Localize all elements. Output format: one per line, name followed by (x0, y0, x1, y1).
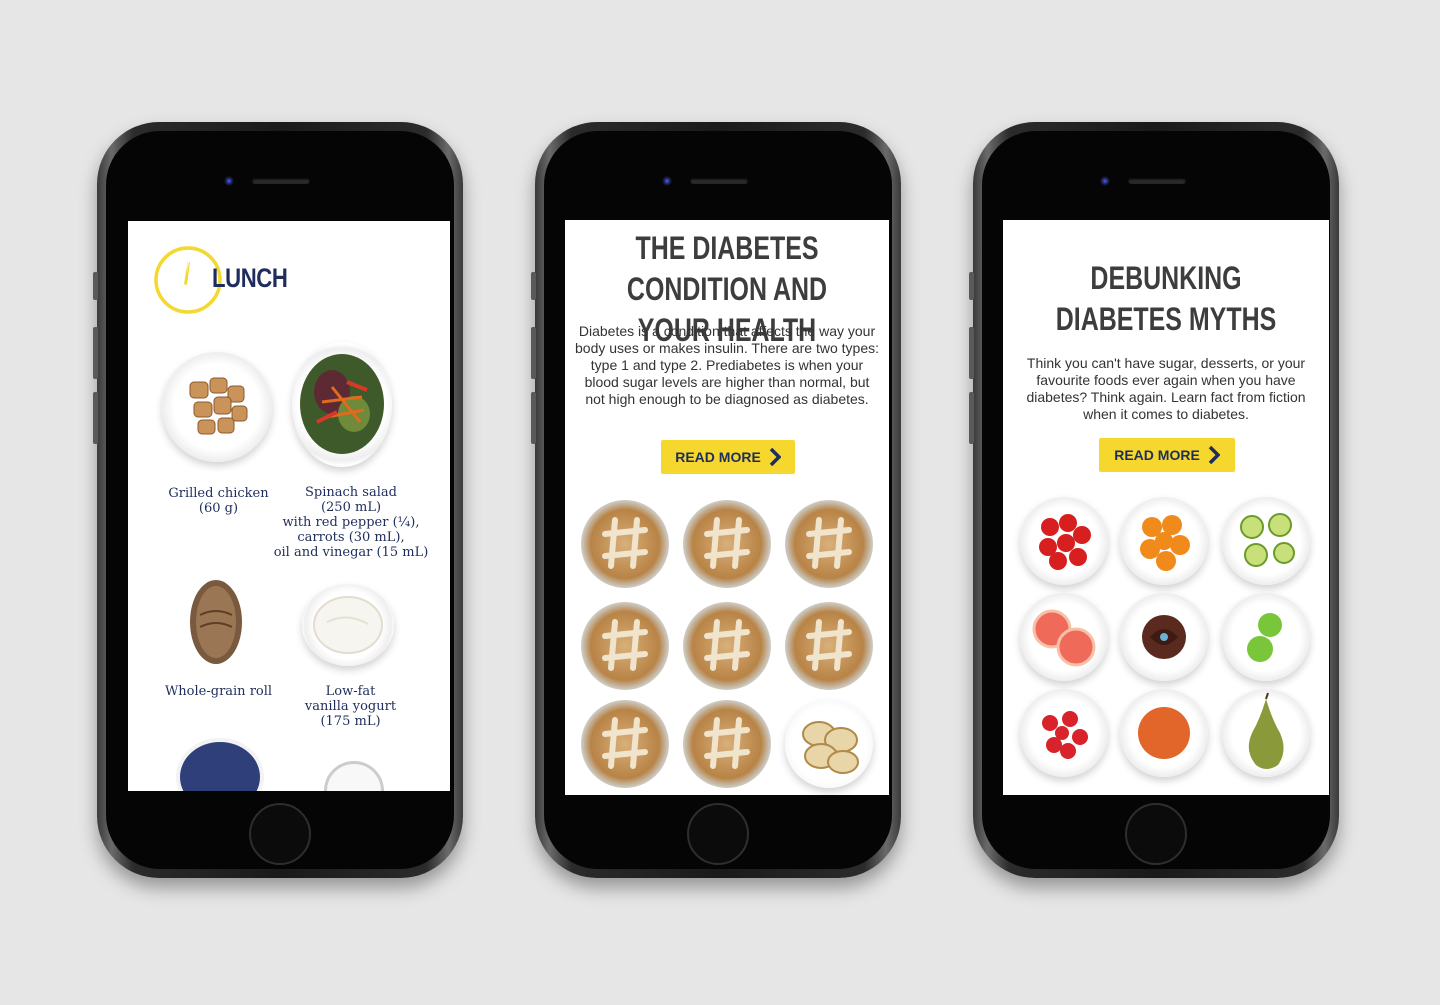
mute-switch (969, 272, 974, 300)
earpiece-speaker (690, 178, 748, 184)
chevron-right-icon (1208, 446, 1220, 464)
volume-up-button (969, 327, 974, 379)
sliced-bread-plate-image (785, 700, 873, 788)
lentils-plate-image (1120, 689, 1208, 777)
front-camera (224, 176, 234, 186)
intro-text: Diabetes is a condition that affects the… (575, 323, 880, 407)
glass-image (324, 761, 384, 791)
bread-loaf-image (785, 500, 873, 588)
bread-loaf-image (785, 602, 873, 690)
page-headline: DEBUNKING DIABETES MYTHS (1055, 260, 1277, 337)
volume-down-button (531, 392, 536, 444)
read-more-label: READ MORE (1114, 447, 1200, 463)
bread-loaf-image (581, 500, 669, 588)
front-camera (662, 176, 672, 186)
bread-roll-image (186, 577, 246, 667)
tomatoes-plate-image (1020, 497, 1108, 585)
salad-plate-image (292, 342, 392, 467)
mute-switch (531, 272, 536, 300)
front-camera (1100, 176, 1110, 186)
strawberries-plate-image (1020, 689, 1108, 777)
bread-loaf-image (683, 602, 771, 690)
green-apples-plate-image (1222, 593, 1310, 681)
screen-condition: THE DIABETES CONDITION AND YOUR HEALTH D… (565, 220, 889, 795)
grapefruit-plate-image (1020, 593, 1108, 681)
food-label: Low-fat vanilla yogurt (175 mL) (304, 684, 397, 729)
apricots-plate-image (1120, 497, 1208, 585)
intro-text: Think you can't have sugar, desserts, or… (1026, 355, 1306, 422)
chevron-right-icon (769, 448, 781, 466)
screen-lunch: LUNCH Grilled chicken (60 g) Spinach sal… (128, 221, 450, 791)
phone-mockup-myths: DEBUNKING DIABETES MYTHS Think you can't… (969, 122, 1339, 878)
phone-mockup-condition: THE DIABETES CONDITION AND YOUR HEALTH D… (531, 122, 901, 878)
home-button[interactable] (249, 803, 311, 865)
screen-myths: DEBUNKING DIABETES MYTHS Think you can't… (1003, 220, 1329, 795)
mute-switch (93, 272, 98, 300)
bread-loaf-image (683, 500, 771, 588)
volume-up-button (531, 327, 536, 379)
limes-plate-image (1222, 497, 1310, 585)
cupcake-plate-image (1120, 593, 1208, 681)
home-button[interactable] (687, 803, 749, 865)
chicken-plate-image (162, 352, 272, 462)
food-label: Spinach salad (250 mL) with red pepper (… (273, 485, 429, 560)
earpiece-speaker (1128, 178, 1186, 184)
bread-loaf-image (581, 602, 669, 690)
home-button[interactable] (1125, 803, 1187, 865)
food-label: Whole-grain roll (164, 684, 273, 699)
phone-mockup-lunch: LUNCH Grilled chicken (60 g) Spinach sal… (93, 122, 463, 878)
read-more-button[interactable]: READ MORE (661, 440, 795, 474)
food-label: Grilled chicken (60 g) (168, 486, 269, 516)
volume-down-button (93, 392, 98, 444)
read-more-label: READ MORE (675, 449, 761, 465)
earpiece-speaker (252, 178, 310, 184)
bread-loaf-image (581, 700, 669, 788)
volume-up-button (93, 327, 98, 379)
blueberries-image (180, 742, 260, 791)
bread-loaf-image (683, 700, 771, 788)
pear-plate-image (1222, 689, 1310, 777)
yogurt-bowl-image (302, 584, 394, 666)
volume-down-button (969, 392, 974, 444)
page-title: LUNCH (212, 263, 288, 293)
read-more-button[interactable]: READ MORE (1099, 438, 1235, 472)
